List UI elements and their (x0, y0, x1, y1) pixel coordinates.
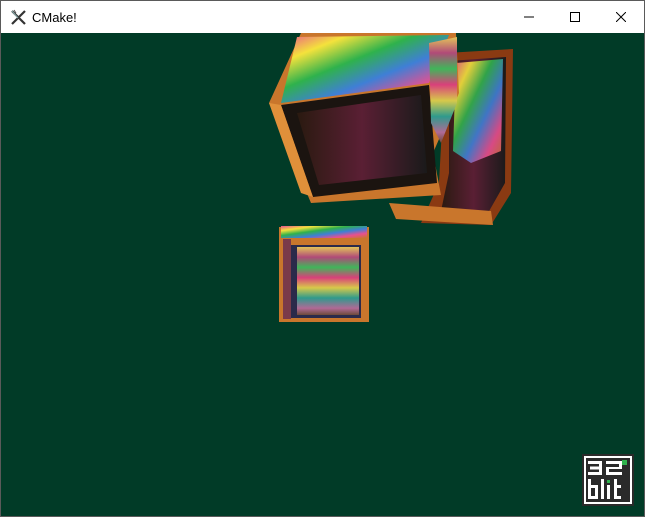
crate-front-large (269, 33, 459, 203)
window-title: CMake! (32, 10, 77, 25)
game-viewport[interactable]: 32 blit (1, 33, 644, 516)
maximize-icon (570, 12, 580, 22)
title-bar[interactable]: CMake! (1, 1, 644, 33)
close-button[interactable] (598, 1, 644, 33)
minimize-button[interactable] (506, 1, 552, 33)
crate-small (279, 226, 369, 322)
32blit-logo-icon: 32 blit (582, 454, 634, 506)
app-window: CMake! (0, 0, 645, 517)
scene-graphics (269, 33, 513, 322)
close-icon (616, 12, 626, 22)
x-logo-icon (10, 9, 27, 26)
maximize-button[interactable] (552, 1, 598, 33)
minimize-icon (524, 12, 534, 22)
